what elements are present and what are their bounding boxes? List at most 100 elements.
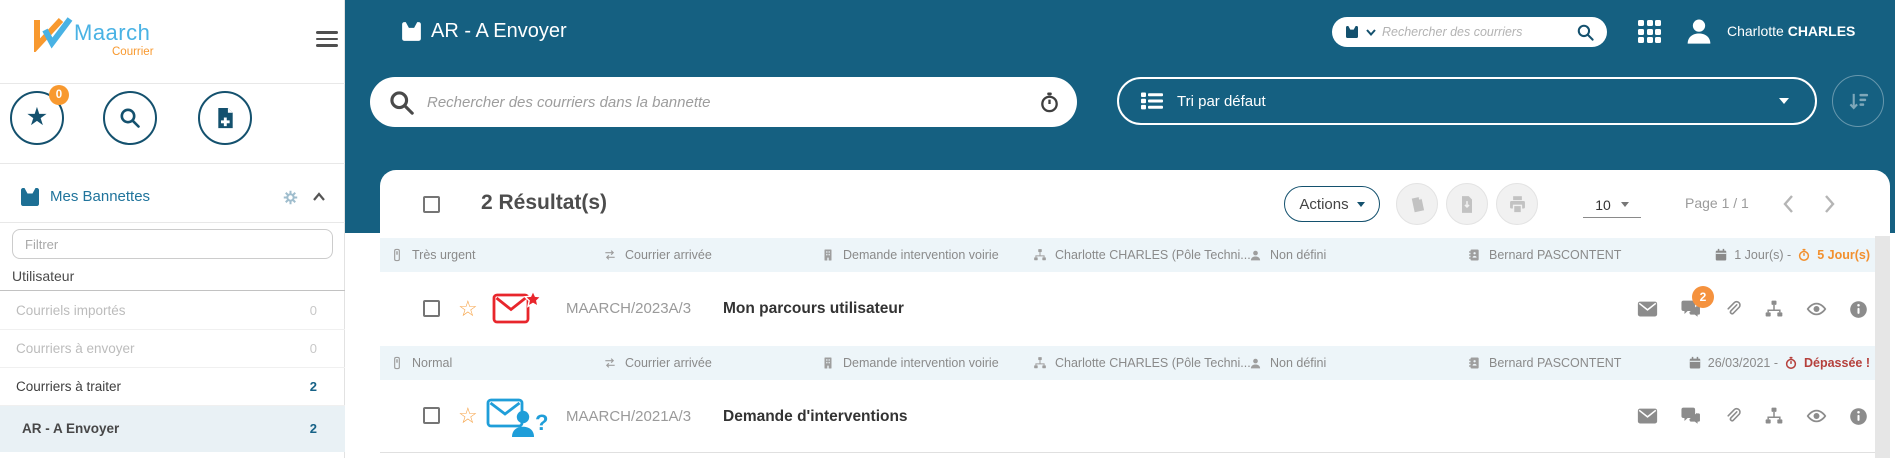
address-book-icon	[1469, 249, 1479, 261]
info-icon[interactable]	[1849, 300, 1868, 319]
sidebar-item-count: 2	[309, 379, 317, 394]
filter-input[interactable]	[12, 229, 333, 259]
select-all-checkbox[interactable]	[423, 196, 440, 213]
row-checkbox[interactable]	[423, 407, 440, 424]
next-page-icon[interactable]	[1823, 194, 1836, 214]
apps-grid-icon[interactable]	[1638, 20, 1661, 43]
sidebar-item-label: AR - A Envoyer	[22, 421, 120, 436]
diffusion-sitemap-icon[interactable]	[1764, 299, 1784, 319]
sort-direction-button-disabled[interactable]	[1832, 75, 1884, 127]
address-book-icon	[1469, 357, 1479, 369]
subject-type-field: Demande intervention voirie	[821, 346, 999, 380]
sidebar-item-label: Courriers à traiter	[16, 379, 122, 394]
person-icon	[1250, 358, 1261, 368]
swap-arrows-icon	[605, 358, 615, 368]
category-field: Courrier arrivée	[603, 346, 712, 380]
mail-subject[interactable]: Demande d'interventions	[723, 380, 908, 453]
favorite-star-icon[interactable]: ☆	[458, 405, 478, 427]
divider	[0, 163, 345, 164]
bannette-scope-icon[interactable]	[1344, 24, 1360, 40]
print-button-disabled[interactable]	[1496, 183, 1538, 225]
mail-reference: MAARCH/2023A/3	[566, 300, 692, 317]
user-name: Charlotte CHARLES	[1727, 23, 1856, 39]
printer-icon	[1509, 195, 1525, 214]
search-icon[interactable]	[1576, 23, 1595, 42]
mail-meta-row: Normal Courrier arrivée Demande interven…	[380, 346, 1890, 380]
sidebar-item-courriels-importes[interactable]: Courriels importés 0	[0, 292, 345, 330]
chevron-down-icon[interactable]	[1366, 28, 1376, 36]
notes-icon[interactable]	[1680, 406, 1702, 426]
star-icon: ★	[25, 102, 49, 131]
basket-search-input[interactable]	[427, 93, 1026, 111]
preview-eye-icon[interactable]	[1806, 407, 1827, 425]
basket-search-bar	[370, 77, 1077, 127]
scroll-icon	[1411, 196, 1424, 212]
bannettes-panel-header: Mes Bannettes	[0, 176, 345, 218]
attachments-icon[interactable]	[1724, 299, 1742, 319]
collapse-chevron-icon[interactable]	[312, 192, 326, 202]
priority-field: Très urgent	[390, 238, 475, 272]
notes-icon[interactable]: 2	[1680, 286, 1714, 319]
sort-select[interactable]: Tri par défaut	[1117, 77, 1817, 125]
send-mail-icon[interactable]	[1637, 300, 1658, 318]
send-mail-icon[interactable]	[1637, 407, 1658, 425]
mail-row[interactable]: ☆ MAARCH/2023A/3 Mon parcours utilisateu…	[380, 272, 1890, 346]
sidebar-item-count: 0	[309, 341, 317, 356]
document-plus-icon	[217, 107, 233, 129]
caret-down-icon	[1620, 202, 1629, 207]
deadline-field: 26/03/2021 - Dépassée !	[1688, 346, 1870, 380]
maarch-logo-icon	[34, 17, 73, 52]
row-actions: 2	[1637, 272, 1868, 346]
info-icon[interactable]	[1849, 407, 1868, 426]
attachments-icon[interactable]	[1724, 406, 1742, 426]
urgent-mail-star-icon	[492, 290, 543, 324]
bannette-icon	[21, 188, 39, 206]
scrollbar[interactable]	[1875, 236, 1890, 458]
global-search-bar	[1332, 17, 1607, 47]
sidebar-item-count: 0	[309, 303, 317, 318]
page-size-select[interactable]: 10	[1583, 192, 1641, 218]
actions-button[interactable]: Actions	[1284, 186, 1380, 222]
search-history-stopwatch-icon[interactable]	[1038, 91, 1061, 114]
sort-amount-down-icon	[1849, 93, 1868, 110]
export-button-disabled[interactable]	[1396, 183, 1438, 225]
entity-field: Charlotte CHARLES (Pôle Techni...	[1033, 238, 1251, 272]
mail-row[interactable]: ☆ ? MAARCH/2021A/3 Demande d'interventio…	[380, 380, 1890, 453]
stopwatch-icon	[1799, 248, 1810, 262]
deadline-alert: Dépassée !	[1803, 356, 1870, 370]
previous-page-icon[interactable]	[1782, 194, 1795, 214]
priority-icon	[394, 248, 400, 262]
sidebar-item-courriers-a-traiter[interactable]: Courriers à traiter 2	[0, 368, 345, 406]
sidebar-item-courriers-a-envoyer[interactable]: Courriers à envoyer 0	[0, 330, 345, 368]
results-card: 2 Résultat(s) Actions 10 Page 1 / 1 Très…	[380, 170, 1890, 458]
status-field: Non défini	[1249, 346, 1326, 380]
diffusion-sitemap-icon[interactable]	[1764, 406, 1784, 426]
priority-field: Normal	[390, 346, 452, 380]
favorite-star-icon[interactable]: ☆	[458, 298, 478, 320]
brand-name: Maarch	[74, 20, 151, 45]
settings-gear-icon[interactable]	[282, 189, 299, 206]
global-search-input[interactable]	[1382, 25, 1570, 39]
recipient-field: Bernard PASCONTENT	[1467, 346, 1621, 380]
download-button-disabled[interactable]	[1446, 183, 1488, 225]
row-checkbox[interactable]	[423, 300, 440, 317]
search-button[interactable]	[103, 91, 157, 145]
calendar-icon	[1689, 356, 1701, 369]
menu-toggle-icon[interactable]	[316, 31, 338, 51]
main-area: AR - A Envoyer Charlotte CHARLES	[345, 0, 1895, 458]
user-menu[interactable]: Charlotte CHARLES	[1683, 0, 1855, 62]
product-name: Courrier	[112, 46, 154, 58]
page-size-value: 10	[1595, 196, 1611, 213]
deadline-field: 1 Jour(s) - 5 Jour(s)	[1714, 238, 1870, 272]
file-download-icon	[1462, 195, 1472, 213]
subject-type-field: Demande intervention voirie	[821, 238, 999, 272]
status-field: Non défini	[1249, 238, 1326, 272]
sidebar-item-ar-a-envoyer[interactable]: AR - A Envoyer 2	[0, 406, 345, 452]
ar-mail-person-question-icon: ?	[486, 398, 548, 437]
preview-eye-icon[interactable]	[1806, 300, 1827, 318]
mail-reference: MAARCH/2021A/3	[566, 408, 692, 425]
mail-subject[interactable]: Mon parcours utilisateur	[723, 272, 904, 346]
actions-label: Actions	[1299, 195, 1349, 213]
add-document-button[interactable]	[198, 91, 252, 145]
sitemap-icon	[1034, 249, 1046, 261]
